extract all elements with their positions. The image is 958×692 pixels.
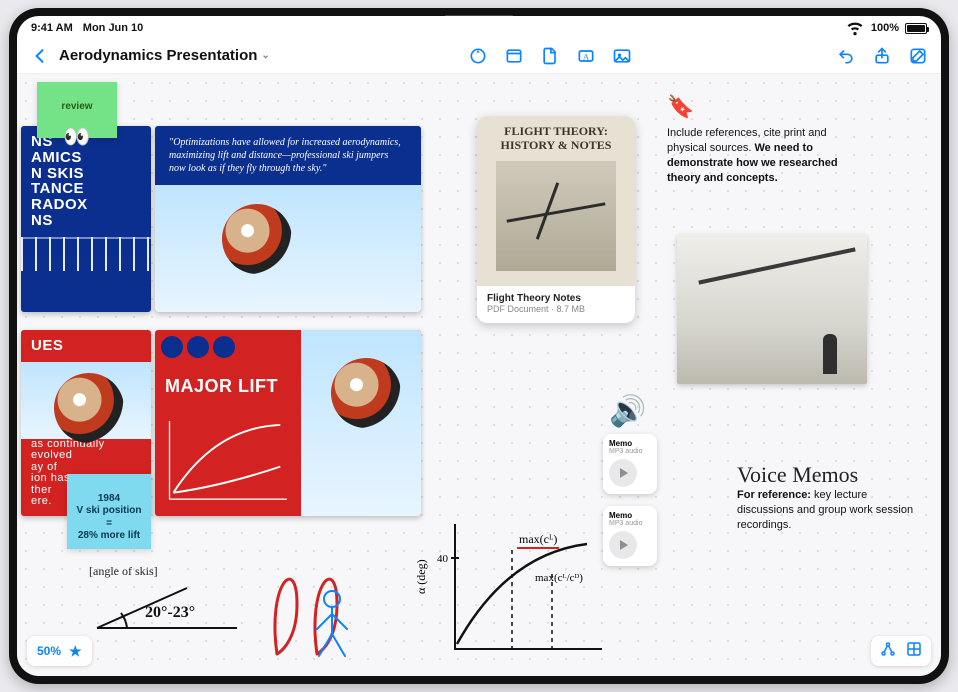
sticky-review[interactable]: review 👀 <box>37 82 117 138</box>
skier-graphic <box>155 185 421 312</box>
battery-icon <box>905 23 927 34</box>
play-button[interactable] <box>609 459 637 487</box>
status-date: Mon Jun 10 <box>83 22 144 34</box>
annot-max-cl: max(cᴸ) <box>517 532 559 549</box>
add-file-button[interactable] <box>535 41 565 71</box>
memo2-name: Memo <box>609 511 651 520</box>
slide-quote-skier[interactable]: "Optimizations have allowed for increase… <box>155 126 421 312</box>
slide-quote-text: "Optimizations have allowed for increase… <box>155 126 421 185</box>
voice-memos-block[interactable]: Voice Memos For reference: key lecture d… <box>737 462 917 533</box>
lift-chart <box>155 404 301 516</box>
dot-graphic <box>161 336 183 358</box>
screen: 9:41 AM Mon Jun 10 100% Aerodynamics Pre… <box>17 16 941 676</box>
speaker-icon: 🔊 <box>609 394 646 429</box>
chevron-down-icon: ⌄ <box>261 50 269 61</box>
skier-graphic-3 <box>301 330 421 516</box>
board-title[interactable]: Aerodynamics Presentation ⌄ <box>59 47 270 64</box>
pdf-cover-title: FLIGHT THEORY: HISTORY & NOTES <box>477 124 635 153</box>
reference-note[interactable]: Include references, cite print and physi… <box>667 126 867 185</box>
board-title-text: Aerodynamics Presentation <box>59 47 257 64</box>
grid-view-icon[interactable] <box>905 640 923 663</box>
add-photo-button[interactable] <box>607 41 637 71</box>
doodle-skier[interactable] <box>297 584 367 664</box>
slide-lift-title: MAJOR LIFT <box>155 369 301 404</box>
glider-graphic <box>496 161 616 271</box>
y-axis-label: α (deg) <box>417 559 428 594</box>
zoom-value: 50% <box>37 644 61 658</box>
sticky-note-button[interactable] <box>499 41 529 71</box>
play-button[interactable] <box>609 531 637 559</box>
voice-memos-title: Voice Memos <box>737 462 917 488</box>
bookmark-icon: 🔖 <box>667 94 694 120</box>
markup-tool-button[interactable] <box>463 41 493 71</box>
back-button[interactable] <box>25 41 55 71</box>
textbox-button[interactable]: A <box>571 41 601 71</box>
graph-view-icon[interactable] <box>879 640 897 663</box>
memo1-name: Memo <box>609 439 651 448</box>
compose-button[interactable] <box>903 41 933 71</box>
memos-body-label: For reference: <box>737 489 811 501</box>
pdf-filename: Flight Theory Notes <box>487 293 625 304</box>
wifi-icon <box>845 17 865 40</box>
svg-text:40: 40 <box>437 553 449 565</box>
dot-graphic <box>213 336 235 358</box>
view-tools <box>871 636 931 666</box>
undo-button[interactable] <box>831 41 861 71</box>
voice-memo-2[interactable]: Memo MP3 audio <box>603 506 657 566</box>
sticky-lift-fact[interactable]: 1984 V ski position = 28% more lift <box>67 474 151 549</box>
toolbar: Aerodynamics Presentation ⌄ A <box>17 38 941 74</box>
favorite-icon[interactable]: ★ <box>69 643 82 660</box>
dot-graphic <box>187 336 209 358</box>
memo2-type: MP3 audio <box>609 520 651 527</box>
annot-max-ratio: max(cᴸ/cᴰ) <box>535 572 583 584</box>
battery-percent: 100% <box>871 22 899 34</box>
hw-angle-label[interactable]: [angle of skis] <box>89 564 158 579</box>
freeform-canvas[interactable]: NS AMICS N SKIS TANCE RADOX NS "Optimiza… <box>17 74 941 676</box>
share-button[interactable] <box>867 41 897 71</box>
svg-text:A: A <box>583 52 589 61</box>
slide-techniques-title: UES <box>21 330 151 362</box>
sticky-lift-text: 1984 V ski position = 28% more lift <box>76 493 141 542</box>
zoom-control[interactable]: 50% ★ <box>27 636 92 666</box>
wave-graphic <box>21 237 151 271</box>
pdf-cover: FLIGHT THEORY: HISTORY & NOTES <box>477 116 635 286</box>
memo1-type: MP3 audio <box>609 448 651 455</box>
skier-graphic-2 <box>21 362 151 439</box>
sticky-review-text: review <box>45 101 109 114</box>
slide-major-lift[interactable]: MAJOR LIFT <box>155 330 421 516</box>
pdf-metadata: PDF Document · 8.7 MB <box>487 304 625 314</box>
status-bar: 9:41 AM Mon Jun 10 100% <box>17 16 941 38</box>
photo-early-flight[interactable] <box>677 234 867 384</box>
hw-angle-value: 20°-23° <box>145 604 195 622</box>
pdf-flight-theory[interactable]: FLIGHT THEORY: HISTORY & NOTES Flight Th… <box>477 116 635 323</box>
status-time: 9:41 AM <box>31 22 73 34</box>
ipad-frame: 9:41 AM Mon Jun 10 100% Aerodynamics Pre… <box>9 8 949 684</box>
voice-memo-1[interactable]: Memo MP3 audio <box>603 434 657 494</box>
hw-alpha-graph[interactable]: α (deg) 40 max(cᴸ) max(cᴸ/cᴰ) <box>417 514 607 664</box>
